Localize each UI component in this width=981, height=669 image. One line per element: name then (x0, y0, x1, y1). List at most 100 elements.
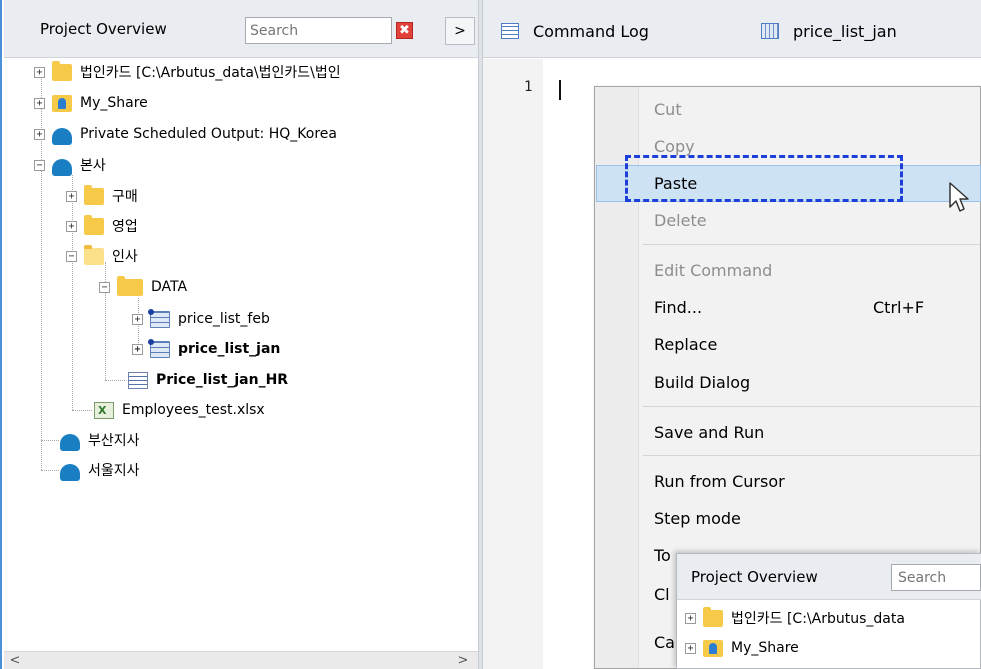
tree-item-label: 구매 (112, 189, 138, 205)
shared-folder-icon (52, 94, 72, 112)
menu-item-delete[interactable]: Delete (596, 202, 981, 239)
expand-toggle-icon[interactable]: + (66, 190, 77, 202)
expand-toggle-icon[interactable]: + (132, 343, 143, 355)
tree-item-label: 서울지사 (88, 463, 140, 479)
tree-item[interactable]: − 본사 (34, 153, 106, 177)
tree-item[interactable]: + My_Share (34, 91, 148, 115)
tree-item-label: 영업 (112, 219, 138, 235)
tree-item-label: price_list_jan (178, 341, 281, 357)
menu-item-label: Ca (654, 633, 675, 652)
menu-separator (643, 406, 980, 407)
inset-search-input[interactable] (891, 564, 981, 591)
menu-item-label: Find... (654, 298, 703, 317)
cloud-icon (60, 433, 80, 451)
menu-item-shortcut: Ctrl+F (873, 298, 925, 317)
command-log-icon (501, 23, 519, 39)
tab-label: price_list_jan (793, 21, 897, 41)
menu-item-step-mode[interactable]: Step mode (596, 500, 981, 537)
menu-item-label: Cl (654, 585, 670, 604)
tree-item[interactable]: + 법인카드 [C:\Arbutus_data\법인카드\법인 (34, 60, 341, 84)
expand-panel-button[interactable]: > (445, 17, 475, 45)
open-folder-icon (84, 244, 104, 265)
tree-item[interactable]: − DATA (99, 275, 187, 299)
tab-command-log[interactable]: Command Log (501, 14, 649, 48)
tree-item[interactable]: + 구매 (66, 184, 138, 208)
menu-item-edit-command[interactable]: Edit Command (596, 252, 981, 289)
text-caret (559, 80, 561, 100)
menu-item-cut[interactable]: Cut (596, 91, 981, 128)
tree-item[interactable]: 서울지사 (60, 458, 140, 482)
menu-item-label: To (654, 546, 671, 565)
menu-item-label: Copy (654, 137, 695, 156)
tree-item[interactable]: Employees_test.xlsx (94, 398, 265, 422)
inset-title: Project Overview (691, 568, 818, 586)
line-number-gutter: 1 (483, 59, 543, 669)
tree-connector (41, 470, 59, 471)
menu-item-build-dialog[interactable]: Build Dialog (596, 364, 981, 401)
tree-item[interactable]: 부산지사 (60, 428, 140, 452)
expand-toggle-icon[interactable]: + (34, 66, 45, 78)
menu-separator (643, 244, 980, 245)
folder-icon (84, 184, 104, 205)
menu-item-save-and-run[interactable]: Save and Run (596, 414, 981, 451)
collapse-toggle-icon[interactable]: − (99, 281, 110, 293)
horizontal-scrollbar[interactable]: < > (4, 651, 478, 669)
menu-item-label: Save and Run (654, 423, 765, 442)
tree-item-label: 부산지사 (88, 433, 140, 449)
shared-folder-icon (703, 639, 723, 657)
collapse-toggle-icon[interactable]: − (34, 159, 45, 171)
scroll-left-icon[interactable]: < (6, 652, 24, 669)
project-panel-title: Project Overview (40, 20, 167, 38)
expand-toggle-icon[interactable]: + (34, 128, 45, 140)
excel-file-icon (94, 401, 114, 419)
tree-item[interactable]: + Private Scheduled Output: HQ_Korea (34, 122, 337, 146)
project-search-input[interactable] (245, 17, 392, 44)
tree-item-label: 본사 (80, 158, 106, 174)
project-overview-panel: Project Overview ✖ > + 법인카드 [C:\Arbutus_… (0, 0, 478, 669)
folder-icon (52, 60, 72, 81)
tree-item[interactable]: + 법인카드 [C:\Arbutus_data (685, 606, 905, 630)
menu-item-label: Build Dialog (654, 373, 751, 392)
tree-item[interactable]: + price_list_feb (132, 307, 270, 331)
table-view-icon (761, 23, 779, 39)
menu-item-label: Cut (654, 100, 682, 119)
tab-label: Command Log (533, 21, 649, 41)
line-number: 1 (524, 79, 533, 95)
tree-item-label: Private Scheduled Output: HQ_Korea (80, 126, 337, 142)
tree-item-label: 인사 (112, 249, 138, 265)
cloud-icon (52, 158, 72, 176)
tree-item-label: 법인카드 [C:\Arbutus_data (731, 611, 905, 627)
folder-icon (84, 214, 104, 235)
tree-item-label: My_Share (80, 95, 148, 111)
expand-toggle-icon[interactable]: + (132, 313, 143, 325)
expand-toggle-icon[interactable]: + (34, 97, 45, 109)
tree-item[interactable]: + 영업 (66, 214, 138, 238)
tree-item-label: 법인카드 [C:\Arbutus_data\법인카드\법인 (80, 65, 341, 81)
tree-item[interactable]: Price_list_jan_HR (128, 368, 288, 392)
tree-connector (105, 380, 125, 381)
menu-item-replace[interactable]: Replace (596, 326, 981, 363)
menu-item-run-from-cursor[interactable]: Run from Cursor (596, 463, 981, 500)
expand-toggle-icon[interactable]: + (66, 220, 77, 232)
tree-item[interactable]: − 인사 (66, 244, 138, 268)
tree-connector (72, 175, 73, 410)
collapse-toggle-icon[interactable]: − (66, 250, 77, 262)
expand-toggle-icon[interactable]: + (685, 612, 696, 624)
tree-item[interactable]: + My_Share (685, 636, 799, 660)
tree-item-label: My_Share (731, 640, 799, 656)
menu-item-label: Delete (654, 211, 707, 230)
tab-price-list-jan[interactable]: price_list_jan (761, 14, 897, 48)
menu-item-label: Run from Cursor (654, 472, 785, 491)
tree-item[interactable]: + price_list_jan (132, 337, 280, 361)
tree-item-label: Employees_test.xlsx (122, 402, 265, 418)
expand-toggle-icon[interactable]: + (685, 642, 696, 654)
menu-item-find[interactable]: Find... Ctrl+F (596, 289, 981, 326)
clear-search-icon[interactable]: ✖ (396, 22, 413, 39)
table-icon (148, 308, 170, 328)
scroll-right-icon[interactable]: > (454, 652, 472, 669)
menu-separator (643, 455, 980, 456)
editor-tab-bar: Command Log price_list_jan (483, 0, 981, 58)
folder-icon (703, 606, 723, 627)
tree-connector (41, 440, 59, 441)
tree-item-label: price_list_feb (178, 311, 270, 327)
